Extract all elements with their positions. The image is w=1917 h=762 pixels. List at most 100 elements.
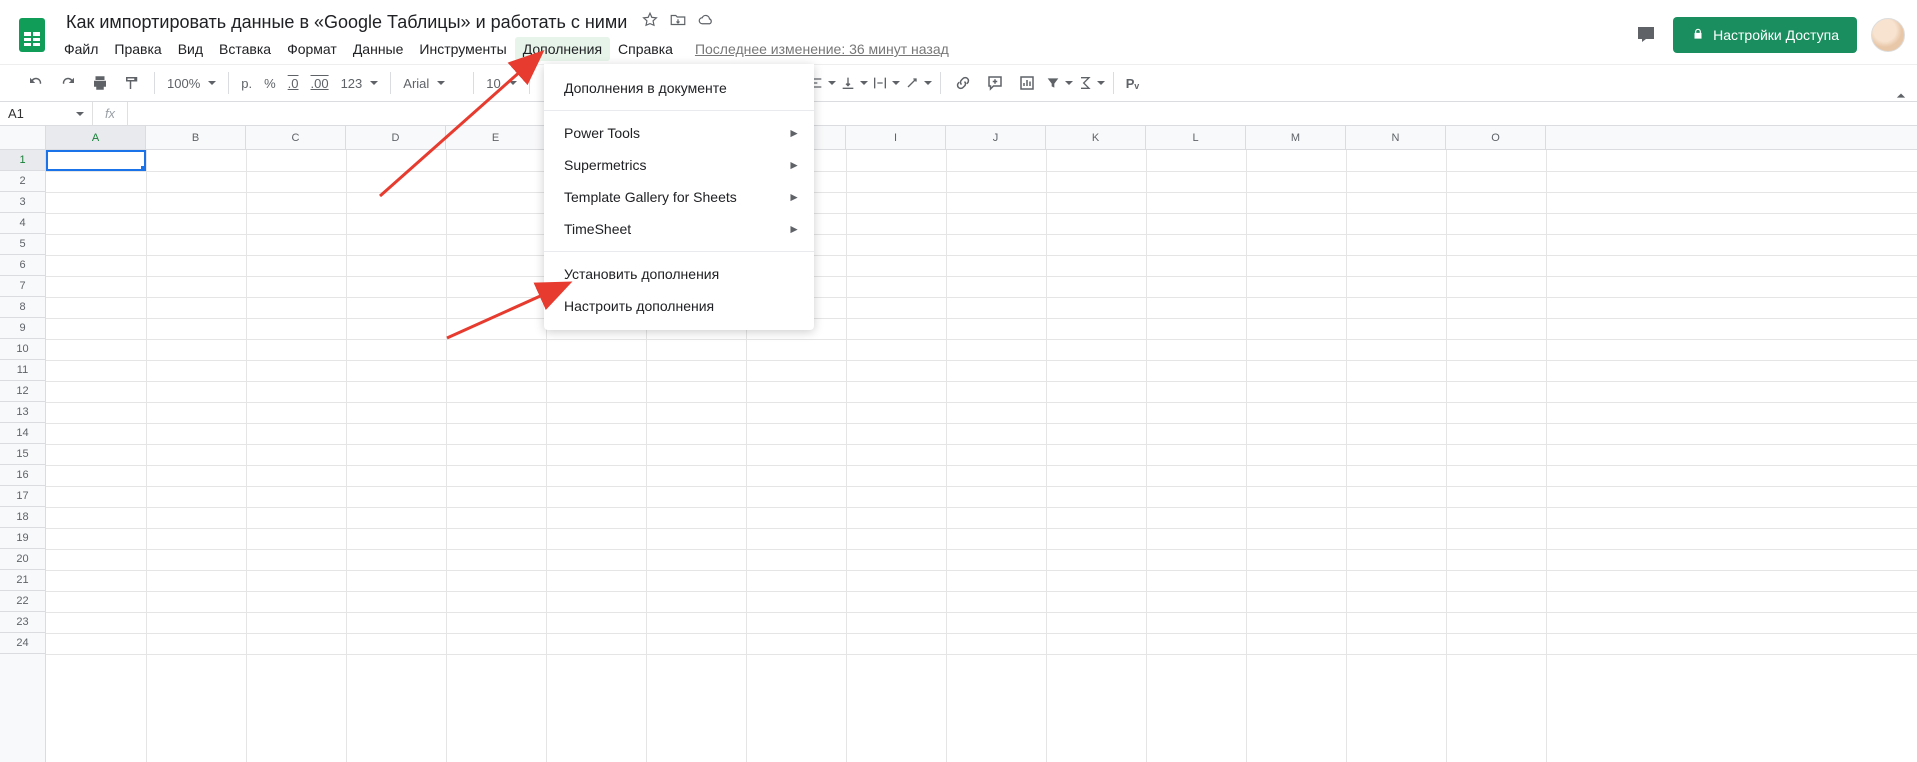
row-header[interactable]: 23 [0, 612, 45, 633]
row-header[interactable]: 17 [0, 486, 45, 507]
column-header[interactable]: N [1346, 126, 1446, 149]
submenu-arrow-icon: ► [788, 190, 800, 204]
comments-icon[interactable] [1633, 22, 1659, 48]
row-header[interactable]: 24 [0, 633, 45, 654]
row-header[interactable]: 21 [0, 570, 45, 591]
share-button-label: Настройки Доступа [1713, 27, 1839, 43]
dropdown-item-manage-addons[interactable]: Настроить дополнения [544, 290, 814, 322]
column-header[interactable]: I [846, 126, 946, 149]
paint-format-button[interactable] [118, 69, 146, 97]
row-header[interactable]: 12 [0, 381, 45, 402]
row-header[interactable]: 19 [0, 528, 45, 549]
insert-chart-button[interactable] [1013, 69, 1041, 97]
select-all-corner[interactable] [0, 126, 46, 150]
column-header[interactable]: A [46, 126, 146, 149]
menu-item-справка[interactable]: Справка [610, 37, 681, 61]
sheets-logo[interactable] [12, 15, 52, 55]
column-header[interactable]: B [146, 126, 246, 149]
column-header[interactable]: K [1046, 126, 1146, 149]
insert-comment-button[interactable] [981, 69, 1009, 97]
active-cell [46, 150, 146, 171]
row-header[interactable]: 11 [0, 360, 45, 381]
dropdown-item-document-addons[interactable]: Дополнения в документе [544, 72, 814, 104]
row-header[interactable]: 9 [0, 318, 45, 339]
more-formats-button[interactable]: 123 [335, 76, 385, 91]
menu-item-правка[interactable]: Правка [106, 37, 169, 61]
expand-toolbar-button[interactable] [1891, 86, 1911, 111]
column-header[interactable]: E [446, 126, 546, 149]
fx-label: fx [92, 102, 128, 125]
column-header[interactable]: L [1146, 126, 1246, 149]
row-header[interactable]: 7 [0, 276, 45, 297]
format-percent-button[interactable]: % [258, 76, 282, 91]
dropdown-item-addon[interactable]: Supermetrics► [544, 149, 814, 181]
menu-item-инструменты[interactable]: Инструменты [411, 37, 514, 61]
spreadsheet-grid[interactable]: ABCDEFGHIJKLMNO 123456789101112131415161… [0, 126, 1917, 762]
column-header[interactable]: O [1446, 126, 1546, 149]
decrease-decimal-button[interactable]: .0 [282, 76, 305, 91]
name-box[interactable]: A1 [0, 103, 92, 125]
text-wrap-button[interactable] [872, 69, 900, 97]
menu-item-файл[interactable]: Файл [56, 37, 106, 61]
row-header[interactable]: 13 [0, 402, 45, 423]
column-header[interactable]: J [946, 126, 1046, 149]
column-header[interactable]: C [246, 126, 346, 149]
column-headers[interactable]: ABCDEFGHIJKLMNO [46, 126, 1917, 150]
row-header[interactable]: 15 [0, 444, 45, 465]
row-header[interactable]: 3 [0, 192, 45, 213]
row-header[interactable]: 8 [0, 297, 45, 318]
submenu-arrow-icon: ► [788, 126, 800, 140]
undo-button[interactable] [22, 69, 50, 97]
row-header[interactable]: 2 [0, 171, 45, 192]
star-icon[interactable] [641, 11, 659, 34]
submenu-arrow-icon: ► [788, 222, 800, 236]
row-header[interactable]: 18 [0, 507, 45, 528]
formula-bar: A1 fx [0, 102, 1917, 126]
cells-area[interactable] [46, 150, 1917, 762]
row-header[interactable]: 1 [0, 150, 45, 171]
avatar[interactable] [1871, 18, 1905, 52]
column-header[interactable]: M [1246, 126, 1346, 149]
document-title[interactable]: Как импортировать данные в «Google Табли… [60, 10, 633, 35]
dropdown-item-addon[interactable]: Power Tools► [544, 117, 814, 149]
share-button[interactable]: Настройки Доступа [1673, 17, 1857, 53]
menu-item-данные[interactable]: Данные [345, 37, 412, 61]
redo-button[interactable] [54, 69, 82, 97]
addons-dropdown: Дополнения в документе Power Tools►Super… [544, 64, 814, 330]
dropdown-item-addon[interactable]: TimeSheet► [544, 213, 814, 245]
print-button[interactable] [86, 69, 114, 97]
format-currency-button[interactable]: р. [235, 76, 258, 91]
font-select[interactable]: Arial [397, 76, 467, 91]
increase-decimal-button[interactable]: .00 [305, 76, 335, 91]
move-icon[interactable] [669, 11, 687, 34]
row-headers[interactable]: 123456789101112131415161718192021222324 [0, 150, 46, 762]
row-header[interactable]: 4 [0, 213, 45, 234]
insert-link-button[interactable] [949, 69, 977, 97]
row-header[interactable]: 5 [0, 234, 45, 255]
font-size-select[interactable]: 10 [480, 76, 522, 91]
vertical-align-button[interactable] [840, 69, 868, 97]
text-rotation-button[interactable] [904, 69, 932, 97]
row-header[interactable]: 22 [0, 591, 45, 612]
language-button[interactable]: Рᵥ [1120, 76, 1145, 91]
column-header[interactable]: D [346, 126, 446, 149]
menu-item-дополнения[interactable]: Дополнения [515, 37, 610, 61]
menubar: ФайлПравкаВидВставкаФорматДанныеИнструме… [56, 36, 1633, 62]
row-header[interactable]: 16 [0, 465, 45, 486]
row-header[interactable]: 10 [0, 339, 45, 360]
menu-item-вид[interactable]: Вид [170, 37, 211, 61]
cloud-status-icon[interactable] [697, 11, 715, 34]
row-header[interactable]: 6 [0, 255, 45, 276]
app-header: Как импортировать данные в «Google Табли… [0, 0, 1917, 64]
submenu-arrow-icon: ► [788, 158, 800, 172]
row-header[interactable]: 14 [0, 423, 45, 444]
last-edit-link[interactable]: Последнее изменение: 36 минут назад [695, 41, 949, 57]
functions-button[interactable] [1077, 69, 1105, 97]
dropdown-item-install-addons[interactable]: Установить дополнения [544, 258, 814, 290]
row-header[interactable]: 20 [0, 549, 45, 570]
dropdown-item-addon[interactable]: Template Gallery for Sheets► [544, 181, 814, 213]
filter-button[interactable] [1045, 69, 1073, 97]
zoom-select[interactable]: 100% [161, 76, 222, 91]
menu-item-вставка[interactable]: Вставка [211, 37, 279, 61]
menu-item-формат[interactable]: Формат [279, 37, 345, 61]
